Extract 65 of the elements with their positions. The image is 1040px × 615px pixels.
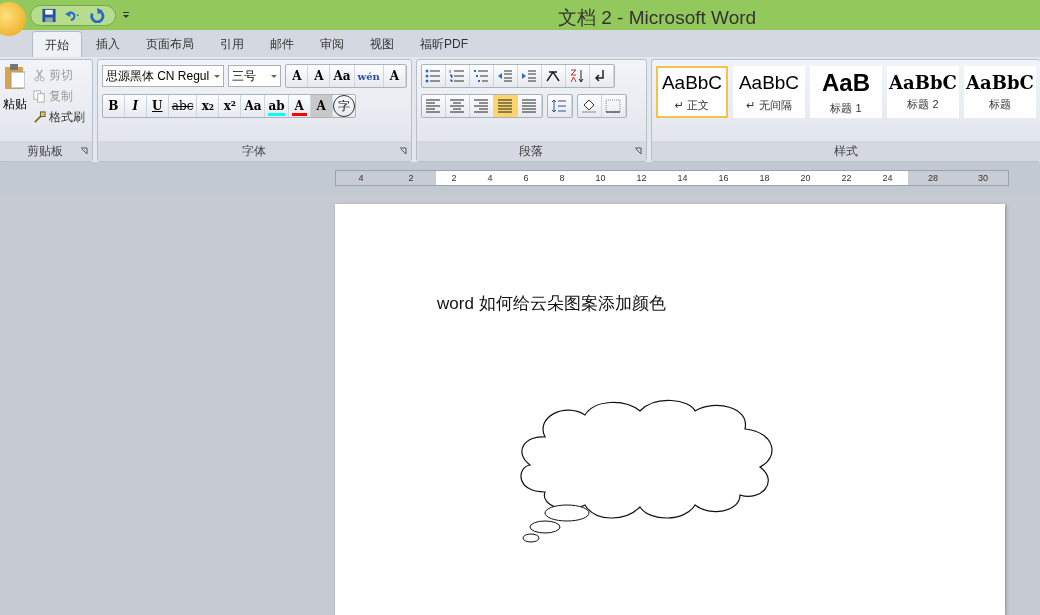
- case-button[interactable]: Aa: [241, 95, 266, 117]
- bold-button[interactable]: B: [102, 95, 125, 117]
- group-label: 剪贴板: [27, 142, 64, 160]
- style-gallery-item[interactable]: AaBbC 标题 2: [887, 66, 959, 118]
- style-gallery-item[interactable]: AaB 标题 1: [810, 66, 882, 118]
- highlight-button[interactable]: ab: [265, 95, 289, 117]
- window-title: 文档 2 - Microsoft Word: [558, 6, 757, 30]
- ruler-number: 30: [978, 173, 988, 183]
- underline-button[interactable]: U: [146, 95, 169, 117]
- style-gallery-item[interactable]: AaBbC ↵ 无间隔: [733, 66, 805, 118]
- redo-icon[interactable]: [89, 7, 105, 23]
- ruler-number: 4: [358, 173, 364, 183]
- ruler-number: 18: [759, 173, 770, 183]
- group-label: 段落: [519, 142, 544, 160]
- ribbon-tab[interactable]: 引用: [208, 31, 256, 57]
- dialog-launcher-icon[interactable]: [79, 147, 88, 155]
- ribbon-tab[interactable]: 插入: [84, 31, 132, 57]
- clipboard-icon: [5, 64, 25, 90]
- style-gallery-item[interactable]: AaBbC ↵ 正文: [656, 66, 728, 118]
- ruler-number: 2: [451, 173, 457, 183]
- color-button[interactable]: A: [288, 95, 311, 117]
- ruler-number: 8: [559, 173, 565, 183]
- ribbon-tab[interactable]: 开始: [32, 31, 82, 57]
- align-justify-icon[interactable]: [493, 95, 518, 117]
- dialog-launcher-icon[interactable]: [634, 147, 642, 155]
- dialog-launcher-icon[interactable]: [398, 147, 407, 155]
- ruler-number: 2: [408, 173, 414, 183]
- grow-button[interactable]: A: [286, 65, 309, 87]
- ruler-number: 4: [487, 173, 493, 183]
- copy-icon: [33, 90, 46, 103]
- sub-button[interactable]: x₂: [197, 95, 220, 117]
- ruler-number: 16: [718, 173, 729, 183]
- italic-button[interactable]: I: [124, 95, 147, 117]
- paste-button[interactable]: 粘贴: [3, 64, 27, 137]
- customize-caret-icon[interactable]: [122, 11, 130, 19]
- save-icon[interactable]: [41, 7, 57, 23]
- ruler-number: 10: [595, 173, 606, 183]
- sup-button[interactable]: x²: [219, 95, 242, 117]
- paintbrush-icon: [33, 111, 46, 124]
- scissors-icon: [33, 69, 46, 82]
- ruler-number: 24: [882, 173, 893, 183]
- group-label: 字体: [242, 142, 267, 160]
- group-label: 样式: [834, 142, 858, 160]
- shrink-button[interactable]: A: [308, 65, 331, 87]
- phonetic-button[interactable]: wén: [354, 65, 384, 87]
- ribbon-tab[interactable]: 福昕PDF: [408, 31, 480, 57]
- ribbon-tab[interactable]: 邮件: [258, 31, 306, 57]
- ruler-number: 22: [841, 173, 852, 183]
- ruler-number: 12: [636, 173, 647, 183]
- ruler-number: 6: [523, 173, 529, 183]
- style-gallery-item[interactable]: AaBbC 标题: [964, 66, 1036, 118]
- document-text: word 如何给云朵图案添加颜色: [437, 293, 667, 315]
- ruler-number: 14: [677, 173, 688, 183]
- border-button[interactable]: A: [383, 65, 406, 87]
- clear-button[interactable]: Aa: [330, 65, 355, 87]
- ribbon-tab[interactable]: 页面布局: [134, 31, 206, 57]
- clipboard-button[interactable]: 格式刷: [31, 108, 87, 127]
- shade-button[interactable]: A: [310, 95, 333, 117]
- strike-button[interactable]: abc: [168, 95, 198, 117]
- font-size-dropdown[interactable]: 三号: [228, 65, 282, 87]
- font-name-dropdown[interactable]: 思源黑体 CN Regul: [101, 65, 225, 87]
- ruler-number: 20: [800, 173, 811, 183]
- ribbon-tab[interactable]: 审阅: [308, 31, 356, 57]
- ribbon-tab[interactable]: 视图: [358, 31, 406, 57]
- ruler-number: 28: [928, 173, 938, 183]
